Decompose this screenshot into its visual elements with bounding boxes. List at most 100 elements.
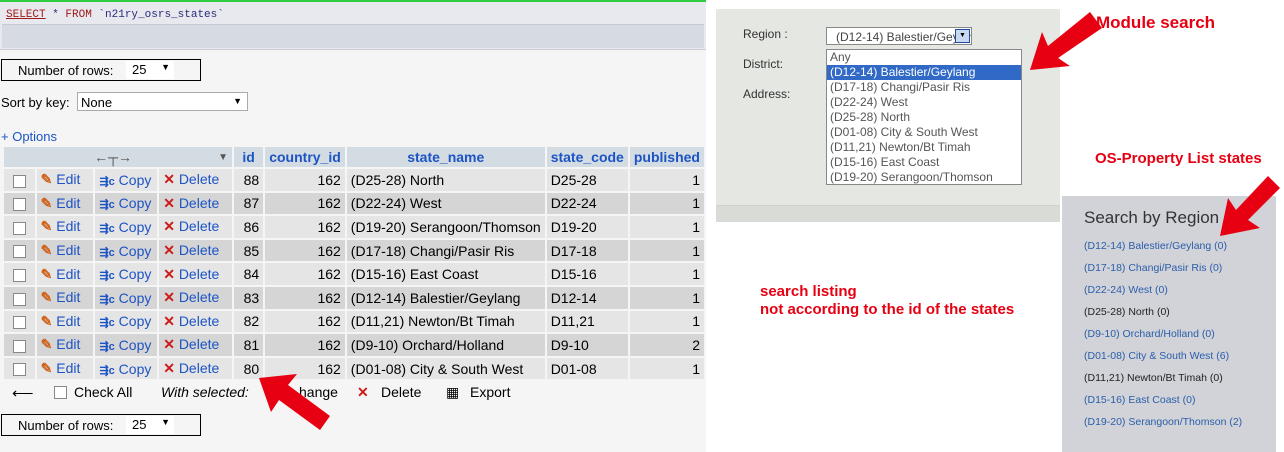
table-row: ✎ Edit ⇶c Copy ✕ Delete 81 162 (D9-10) Orchar…	[4, 334, 704, 356]
delete-icon: ✕	[163, 265, 175, 282]
header-country-id[interactable]: country_id	[265, 147, 345, 167]
pencil-icon: ✎	[40, 312, 53, 329]
copy-link[interactable]: Copy	[119, 361, 152, 377]
pencil-icon: ✎	[40, 242, 53, 259]
cell-state-code: D01-08	[546, 357, 628, 380]
sql-keyword-select[interactable]: SELECT	[6, 9, 46, 21]
sql-query-box: SELECT * FROM `n21ry_osrs_states`	[0, 0, 706, 50]
delete-link[interactable]: Delete	[179, 218, 219, 234]
copy-link[interactable]: Copy	[119, 266, 152, 282]
region-option[interactable]: (D12-14) Balestier/Geylang	[827, 65, 1021, 80]
cell-published: 1	[629, 357, 704, 380]
delete-link[interactable]: Delete	[179, 171, 219, 187]
region-option[interactable]: (D01-08) City & South West	[827, 125, 1021, 140]
cell-id: 85	[234, 239, 264, 262]
cell-state-code: D17-18	[546, 239, 628, 262]
row-checkbox[interactable]	[12, 339, 26, 353]
pencil-icon: ✎	[40, 336, 53, 353]
num-rows-select-bottom[interactable]: 25 ▼	[126, 416, 174, 434]
cell-state-code: D15-16	[546, 263, 628, 285]
header-published[interactable]: published	[629, 147, 704, 167]
region-option[interactable]: (D15-16) East Coast	[827, 155, 1021, 170]
region-option[interactable]: (D17-18) Changi/Pasir Ris	[827, 80, 1021, 95]
copy-link[interactable]: Copy	[119, 313, 152, 329]
cell-id: 82	[234, 310, 264, 333]
region-select[interactable]: (D12-14) Balestier/Geylang ▼	[826, 27, 972, 45]
region-option[interactable]: (D25-28) North	[827, 110, 1021, 125]
copy-link[interactable]: Copy	[119, 195, 152, 211]
num-rows-select-top[interactable]: 25 ▼	[126, 61, 174, 79]
check-all-checkbox[interactable]	[54, 386, 67, 399]
region-list-item[interactable]: (D9-10) Orchard/Holland (0)	[1084, 328, 1215, 340]
copy-link[interactable]: Copy	[119, 337, 152, 353]
delete-link[interactable]: Delete	[179, 313, 219, 329]
cell-id: 84	[234, 263, 264, 285]
header-state-code[interactable]: state_code	[546, 147, 628, 167]
header-id[interactable]: id	[234, 147, 264, 167]
cell-country-id: 162	[265, 192, 345, 215]
pencil-icon: ✎	[40, 194, 53, 211]
chevron-down-icon[interactable]: ▼	[218, 149, 228, 163]
check-all-label[interactable]: Check All	[74, 384, 132, 400]
region-option[interactable]: (D22-24) West	[827, 95, 1021, 110]
cell-country-id: 162	[265, 310, 345, 333]
region-list-item[interactable]: (D15-16) East Coast (0)	[1084, 394, 1195, 406]
cell-state-name: (D22-24) West	[346, 192, 545, 215]
table-row: ✎ Edit ⇶c Copy ✕ Delete 84 162 (D15-16) East …	[4, 263, 704, 285]
header-state-name[interactable]: state_name	[346, 147, 545, 167]
row-checkbox[interactable]	[12, 268, 26, 282]
delete-link[interactable]: Delete	[179, 242, 219, 258]
edit-link[interactable]: Edit	[56, 266, 80, 282]
edit-link[interactable]: Edit	[56, 171, 80, 187]
column-arrows[interactable]: ←┬→ ▼	[4, 147, 232, 167]
row-checkbox[interactable]	[12, 245, 26, 259]
region-list-item[interactable]: (D12-14) Balestier/Geylang (0)	[1084, 240, 1227, 252]
edit-link[interactable]: Edit	[56, 218, 80, 234]
delete-link[interactable]: Delete	[179, 266, 219, 282]
region-list-item[interactable]: (D01-08) City & South West (6)	[1084, 350, 1229, 362]
region-list-item[interactable]: (D22-24) West (0)	[1084, 284, 1168, 296]
region-option[interactable]: (D19-20) Serangoon/Thomson	[827, 170, 1021, 185]
delete-selected-button[interactable]: Delete	[381, 384, 421, 400]
sort-by-key-select[interactable]: None ▼	[77, 92, 248, 111]
copy-link[interactable]: Copy	[119, 219, 152, 235]
copy-link[interactable]: Copy	[119, 243, 152, 259]
region-option[interactable]: (D11,21) Newton/Bt Timah	[827, 140, 1021, 155]
delete-link[interactable]: Delete	[179, 195, 219, 211]
cell-id: 81	[234, 334, 264, 356]
copy-link[interactable]: Copy	[119, 290, 152, 306]
edit-link[interactable]: Edit	[56, 336, 80, 352]
edit-link[interactable]: Edit	[56, 289, 80, 305]
chevron-down-icon[interactable]: ▼	[955, 29, 970, 43]
delete-link[interactable]: Delete	[179, 289, 219, 305]
edit-link[interactable]: Edit	[56, 242, 80, 258]
row-checkbox[interactable]	[12, 221, 26, 235]
region-list-item[interactable]: (D19-20) Serangoon/Thomson (2)	[1084, 416, 1242, 428]
cell-country-id: 162	[265, 169, 345, 191]
cell-id: 83	[234, 286, 264, 309]
cell-state-name: (D17-18) Changi/Pasir Ris	[346, 239, 545, 262]
delete-icon: ✕	[357, 384, 369, 400]
row-checkbox[interactable]	[12, 292, 26, 306]
edit-link[interactable]: Edit	[56, 195, 80, 211]
delete-link[interactable]: Delete	[179, 336, 219, 352]
row-checkbox[interactable]	[12, 363, 26, 377]
export-button[interactable]: Export	[470, 384, 510, 400]
sql-edit-bar	[2, 24, 704, 48]
cell-state-name: (D19-20) Serangoon/Thomson	[346, 216, 545, 238]
row-checkbox[interactable]	[12, 316, 26, 330]
edit-link[interactable]: Edit	[56, 360, 80, 376]
row-checkbox[interactable]	[12, 198, 26, 212]
edit-link[interactable]: Edit	[56, 313, 80, 329]
cell-published: 2	[629, 334, 704, 356]
copy-link[interactable]: Copy	[119, 172, 152, 188]
delete-link[interactable]: Delete	[179, 360, 219, 376]
delete-icon: ✕	[163, 360, 175, 377]
region-list-item: (D11,21) Newton/Bt Timah (0)	[1084, 372, 1223, 384]
options-link[interactable]: + Options	[1, 129, 57, 144]
cell-published: 1	[629, 192, 704, 215]
region-list-item[interactable]: (D17-18) Changi/Pasir Ris (0)	[1084, 262, 1222, 274]
row-checkbox[interactable]	[12, 174, 26, 188]
region-option[interactable]: Any	[827, 50, 1021, 65]
cell-published: 1	[629, 263, 704, 285]
